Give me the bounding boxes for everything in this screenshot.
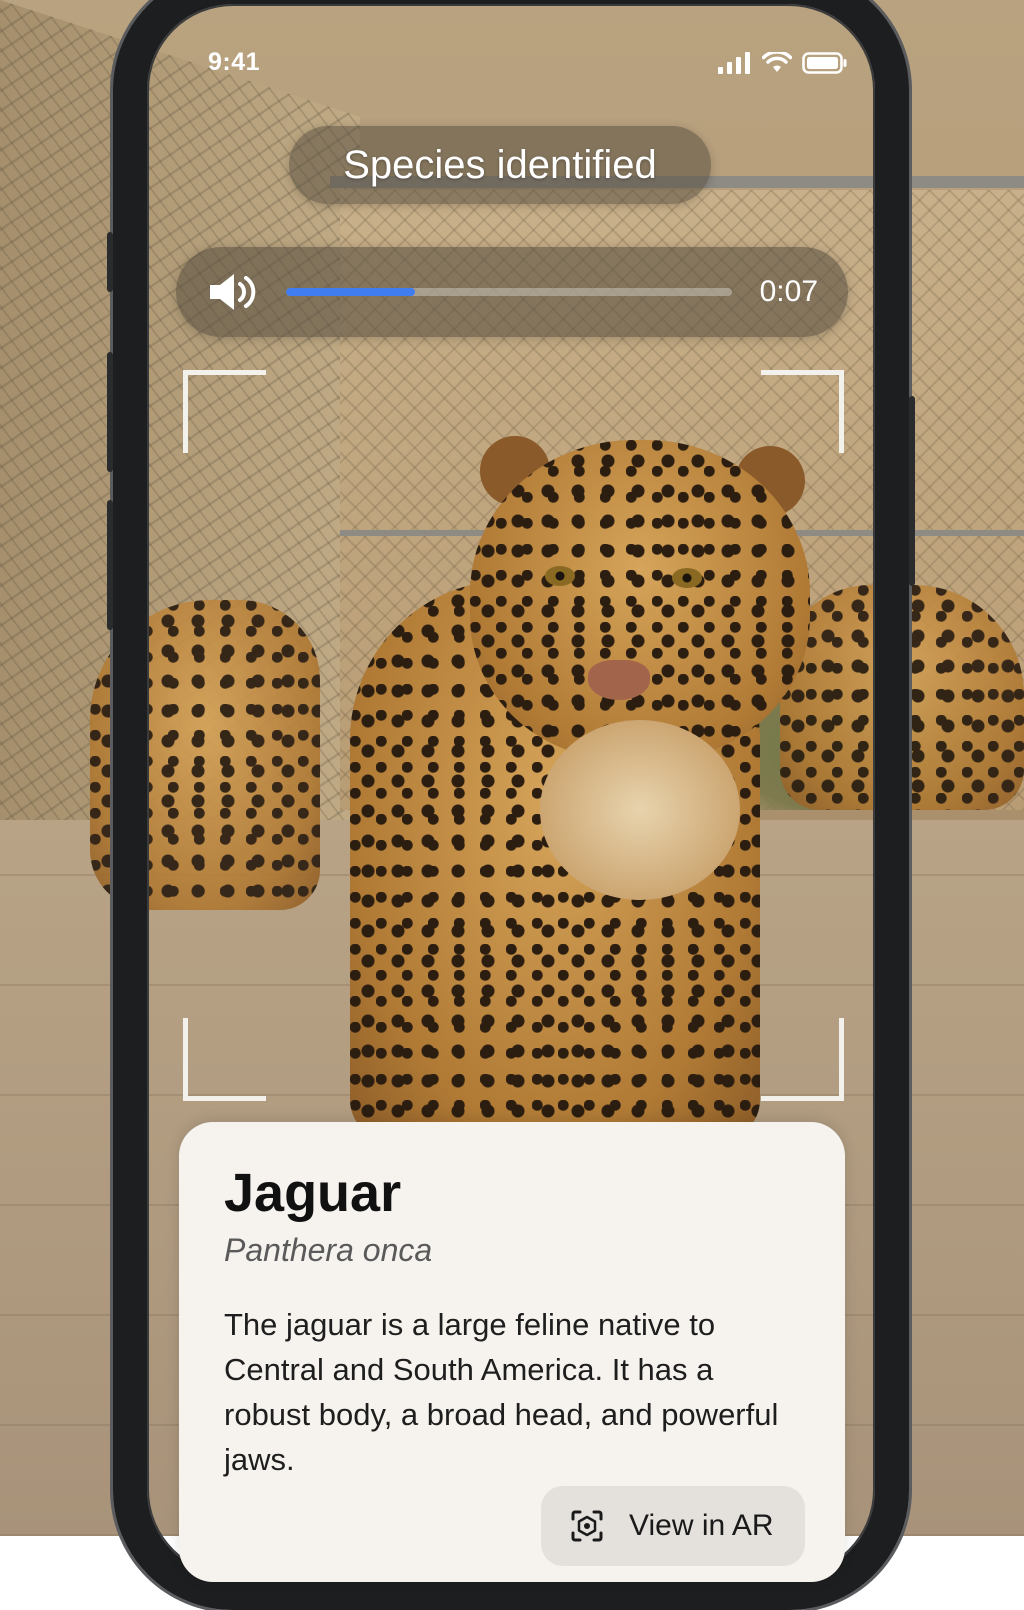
speaker-icon[interactable]: [208, 271, 260, 313]
scan-frame-corner-bottom-right: [761, 1018, 844, 1101]
status-icons: [718, 52, 848, 74]
species-identified-label: Species identified: [343, 142, 657, 187]
status-bar: 9:41: [208, 48, 848, 80]
phone-side-button: [107, 232, 113, 292]
scan-frame-corner-bottom-left: [183, 1018, 266, 1101]
species-info-card: Jaguar Panthera onca The jaguar is a lar…: [179, 1122, 845, 1582]
phone-volume-up-button: [107, 352, 113, 472]
phone-power-button: [909, 396, 915, 586]
wifi-icon: [762, 52, 792, 72]
scan-frame-corner-top-right: [761, 370, 844, 453]
scan-frame-corner-top-left: [183, 370, 266, 453]
phone-volume-down-button: [107, 500, 113, 630]
status-time: 9:41: [208, 48, 261, 76]
cellular-signal-icon: [718, 52, 750, 74]
view-in-ar-button[interactable]: View in AR: [541, 1486, 805, 1566]
species-identified-banner: Species identified: [289, 126, 711, 204]
audio-player[interactable]: 0:07: [176, 247, 848, 337]
audio-progress-fill: [286, 288, 416, 296]
ar-cube-icon: [571, 1510, 603, 1542]
audio-elapsed-time: 0:07: [759, 275, 818, 308]
species-description: The jaguar is a large feline native to C…: [224, 1307, 779, 1477]
species-scientific-name: Panthera onca: [224, 1232, 433, 1268]
audio-progress-track[interactable]: [286, 288, 732, 296]
species-common-name: Jaguar: [224, 1163, 402, 1223]
battery-icon: [802, 52, 847, 74]
view-in-ar-label: View in AR: [629, 1509, 774, 1542]
